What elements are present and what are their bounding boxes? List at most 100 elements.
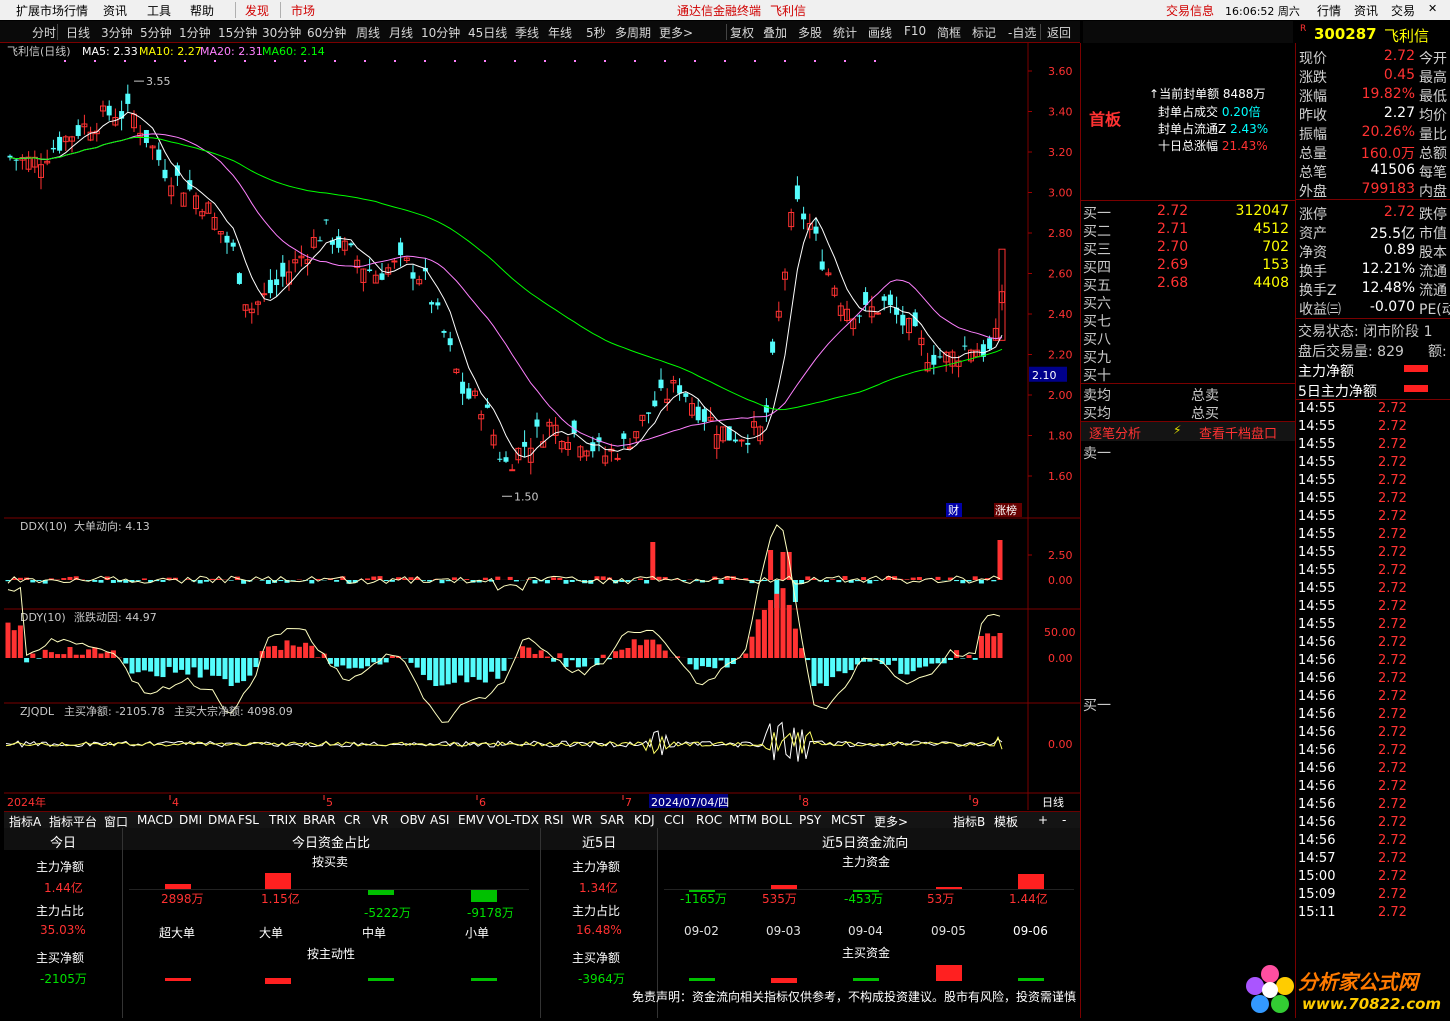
tick-row: 14:552.72 — [1298, 455, 1448, 473]
period-4[interactable]: 1分钟 — [179, 24, 211, 41]
period-21[interactable]: 画线 — [868, 24, 892, 41]
ddy-axis: 0.00 — [1048, 652, 1073, 665]
menu-market[interactable]: 市场 — [291, 2, 315, 19]
menu-trade[interactable]: 交易 — [1391, 2, 1415, 19]
period-6[interactable]: 30分钟 — [262, 24, 301, 41]
close-icon[interactable]: ✕ — [1428, 2, 1437, 15]
period-22[interactable]: F10 — [904, 24, 926, 38]
period-12[interactable]: 季线 — [515, 24, 539, 41]
tab-8[interactable]: BRAR — [303, 813, 336, 827]
period-0[interactable]: 分时 — [32, 24, 56, 41]
menu-quote[interactable]: 行情 — [1317, 2, 1341, 19]
ddy-bar — [452, 658, 457, 683]
period-8[interactable]: 周线 — [356, 24, 380, 41]
candle-down — [677, 385, 682, 393]
tab-28[interactable]: + — [1038, 813, 1048, 827]
menu-news[interactable]: 资讯 — [103, 2, 127, 19]
period-15[interactable]: 多周期 — [615, 24, 651, 41]
tab-22[interactable]: BOLL — [761, 813, 792, 827]
tab-10[interactable]: VR — [372, 813, 389, 827]
ddy-bar — [340, 658, 345, 665]
tab-5[interactable]: DMA — [208, 813, 236, 827]
bid-row[interactable]: 买九 — [1083, 347, 1293, 365]
tab-7[interactable]: TRIX — [269, 813, 296, 827]
ddx-bar — [334, 580, 339, 582]
period-18[interactable]: 叠加 — [763, 24, 787, 41]
tab-29[interactable]: - — [1062, 813, 1066, 827]
tab-20[interactable]: ROC — [696, 813, 722, 827]
menu-discover[interactable]: 发现 — [245, 2, 269, 19]
period-1[interactable]: 日线 — [66, 24, 90, 41]
bid-row[interactable]: 买八 — [1083, 329, 1293, 347]
fund-bar — [471, 889, 497, 902]
period-19[interactable]: 多股 — [798, 24, 822, 41]
candle-down — [125, 94, 130, 104]
bid-row[interactable]: 买五2.684408 — [1083, 275, 1293, 293]
ddy-bar — [353, 658, 358, 668]
period-25[interactable]: -自选 — [1008, 24, 1036, 41]
period-10[interactable]: 10分钟 — [421, 24, 460, 41]
period-3[interactable]: 5分钟 — [140, 24, 172, 41]
period-7[interactable]: 60分钟 — [307, 24, 346, 41]
ddy-bar — [843, 658, 848, 673]
bid-row[interactable]: 买四2.69153 — [1083, 257, 1293, 275]
candle-down — [448, 338, 453, 345]
ddy-bar — [898, 658, 903, 674]
tab-11[interactable]: OBV — [400, 813, 426, 827]
chart-area[interactable]: 3.603.403.203.002.802.602.402.202.001.80… — [4, 43, 1080, 810]
tab-6[interactable]: FSL — [238, 813, 259, 827]
date-month: 6 — [479, 796, 486, 809]
menu-help[interactable]: 帮助 — [190, 2, 214, 19]
funds-five-flow: 近5日资金流向 — [822, 832, 908, 851]
tab-23[interactable]: PSY — [799, 813, 821, 827]
bid-row[interactable]: 买六 — [1083, 293, 1293, 311]
tab-4[interactable]: DMI — [179, 813, 202, 827]
bid-row[interactable]: 买三2.70702 — [1083, 239, 1293, 257]
menu-tools[interactable]: 工具 — [147, 2, 171, 19]
tab-18[interactable]: KDJ — [634, 813, 655, 827]
menu-info[interactable]: 资讯 — [1354, 2, 1378, 19]
dot-marker — [334, 60, 336, 62]
tab-12[interactable]: ASI — [430, 813, 449, 827]
tab-9[interactable]: CR — [344, 813, 361, 827]
menu-trade-info[interactable]: 交易信息 — [1166, 2, 1214, 19]
period-23[interactable]: 简框 — [937, 24, 961, 41]
tab-17[interactable]: SAR — [600, 813, 624, 827]
period-14[interactable]: 5秒 — [586, 24, 606, 41]
period-26[interactable]: 返回 — [1047, 24, 1071, 41]
bid-row[interactable]: 买七 — [1083, 311, 1293, 329]
tab-24[interactable]: MCST — [831, 813, 865, 827]
bid-row[interactable]: 买十 — [1083, 365, 1293, 383]
tab-13[interactable]: EMV — [458, 813, 484, 827]
period-2[interactable]: 3分钟 — [101, 24, 133, 41]
period-5[interactable]: 15分钟 — [218, 24, 257, 41]
bid-row[interactable]: 买二2.714512 — [1083, 221, 1293, 239]
tab-21[interactable]: MTM — [729, 813, 757, 827]
candle-down — [535, 420, 540, 427]
tick-row: 14:562.72 — [1298, 761, 1448, 779]
period-17[interactable]: 复权 — [730, 24, 754, 41]
period-9[interactable]: 月线 — [389, 24, 413, 41]
tick-analysis-button[interactable]: 逐笔分析 — [1089, 423, 1141, 442]
candle-down — [435, 302, 440, 305]
period-11[interactable]: 45日线 — [468, 24, 507, 41]
period-13[interactable]: 年线 — [548, 24, 572, 41]
bid-row[interactable]: 买一2.72312047 — [1083, 203, 1293, 221]
tick-list[interactable]: 14:552.7214:552.7214:552.7214:552.7214:5… — [1296, 401, 1450, 961]
kline-svg[interactable]: 3.603.403.203.002.802.602.402.202.001.80… — [4, 43, 1080, 810]
ddx-bar — [514, 580, 519, 581]
menu-ext-market[interactable]: 扩展市场行情 — [16, 2, 88, 19]
tab-16[interactable]: WR — [572, 813, 592, 827]
ddx-bar — [533, 580, 538, 583]
tab-15[interactable]: RSI — [544, 813, 564, 827]
price-tick: 1.60 — [1048, 470, 1073, 483]
tab-19[interactable]: CCI — [664, 813, 684, 827]
period-24[interactable]: 标记 — [972, 24, 996, 41]
ddy-bar — [892, 658, 897, 661]
view-thousand-button[interactable]: 查看千档盘口 — [1199, 423, 1277, 442]
tab-3[interactable]: MACD — [137, 813, 173, 827]
period-16[interactable]: 更多> — [659, 24, 693, 41]
period-20[interactable]: 统计 — [833, 24, 857, 41]
ddx-bar — [719, 580, 724, 584]
tab-14[interactable]: VOL-TDX — [487, 813, 539, 827]
